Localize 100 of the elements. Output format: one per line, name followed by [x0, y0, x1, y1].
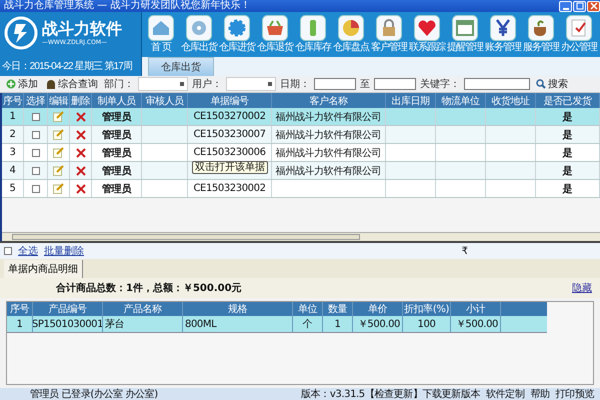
- maximize-icon: [576, 2, 584, 10]
- logo-icon: [4, 16, 38, 50]
- table-cell: 是: [536, 162, 600, 179]
- pie-chart-icon: [338, 15, 364, 41]
- tab[interactable]: 仓库出货: [148, 57, 214, 76]
- table-cell: 管理员: [92, 108, 142, 125]
- scrollbar-thumb[interactable]: [12, 234, 360, 240]
- lock-icon: [376, 15, 402, 41]
- pencil-icon[interactable]: [53, 111, 64, 122]
- table-cell: 是: [536, 144, 600, 161]
- table-cell: 福州战斗力软件有限公司: [272, 126, 386, 143]
- table-cell: 3: [2, 144, 24, 161]
- house-icon: [148, 15, 174, 41]
- delete-icon[interactable]: [76, 112, 86, 122]
- logo-text: 战斗力软件: [42, 19, 122, 39]
- delete-icon[interactable]: [76, 184, 86, 194]
- add-button[interactable]: 添加: [4, 77, 40, 91]
- delete-icon[interactable]: [76, 166, 86, 176]
- table-row[interactable]: 5 管理员 CE1503230002 是: [2, 180, 600, 198]
- table-cell: 福州战斗力软件有限公司: [272, 144, 386, 161]
- department-select[interactable]: [138, 77, 188, 91]
- table-cell: 管理员: [92, 144, 142, 161]
- to-label: 至: [360, 78, 370, 91]
- nav-button[interactable]: 服务管理: [522, 12, 560, 57]
- nav-button[interactable]: 仓库进货: [218, 12, 256, 57]
- nav-button[interactable]: 仓库库存: [294, 12, 332, 57]
- table-cell: 福州战斗力软件有限公司: [272, 108, 386, 125]
- table-cell: 是: [536, 180, 600, 197]
- maximize-button[interactable]: [573, 0, 586, 12]
- user-label: 用户：: [192, 78, 222, 91]
- version-text: 版本：v3.31.5【检查更新】下载更新版本: [301, 388, 480, 400]
- table-cell: 1: [323, 316, 353, 332]
- table-row[interactable]: 3 管理员 CE1503230006 福州战斗力软件有限公司 是: [2, 144, 600, 162]
- table-cell: 是: [536, 108, 600, 125]
- select-all-link[interactable]: 全选: [18, 244, 38, 258]
- yen-icon: [490, 15, 516, 41]
- nav-button[interactable]: 联系跟踪: [408, 12, 446, 57]
- clipboard-icon: [566, 15, 592, 41]
- user-status: 管理员 已登录(办公室 办公室): [30, 388, 158, 400]
- nav-button[interactable]: 仓库退货: [256, 12, 294, 57]
- checkbox[interactable]: [32, 184, 40, 192]
- minimize-button[interactable]: [559, 0, 572, 12]
- close-button[interactable]: [587, 0, 600, 12]
- nav-button[interactable]: 客户管理: [370, 12, 408, 57]
- calendar-icon: [452, 15, 478, 41]
- help-link[interactable]: 帮助: [530, 387, 550, 400]
- nav-button[interactable]: 仓库出货: [180, 12, 218, 57]
- pencil-icon[interactable]: [53, 165, 64, 176]
- table-cell: 1: [7, 316, 33, 332]
- nav-button[interactable]: 办公管理: [560, 12, 598, 57]
- table-cell: CE1503270002: [188, 108, 272, 125]
- close-icon: [590, 2, 598, 10]
- horizontal-scrollbar[interactable]: [2, 232, 600, 241]
- table-cell: 管理员: [92, 126, 142, 143]
- print-preview-link[interactable]: 打印预览: [556, 387, 594, 400]
- table-cell: 管理员: [92, 162, 142, 179]
- table-cell: CE1503230007: [188, 126, 272, 143]
- delete-icon[interactable]: [76, 130, 86, 140]
- keyword-field[interactable]: [464, 78, 530, 90]
- checkbox[interactable]: [32, 130, 40, 138]
- pencil-icon[interactable]: [53, 129, 64, 140]
- arch-icon: [46, 79, 56, 89]
- checkbox[interactable]: [32, 166, 40, 174]
- checkbox[interactable]: [32, 112, 40, 120]
- nav-button[interactable]: 仓库盘点: [332, 12, 370, 57]
- table-cell: 个: [293, 316, 323, 332]
- date-label: 日期：: [280, 78, 310, 91]
- pencil-icon[interactable]: [53, 183, 64, 194]
- symbol-text: ₹: [462, 246, 468, 256]
- delete-icon[interactable]: [76, 148, 86, 158]
- table-cell: 福州战斗力软件有限公司: [272, 162, 386, 179]
- table-cell: 5: [2, 180, 24, 197]
- nav-button[interactable]: 首 页: [142, 12, 180, 57]
- pencil-icon[interactable]: [53, 147, 64, 158]
- batch-delete-link[interactable]: 批量删除: [44, 244, 84, 258]
- custom-link[interactable]: 软件定制: [486, 387, 524, 400]
- search-icon: [536, 79, 546, 89]
- search-button[interactable]: 搜索: [534, 77, 570, 91]
- nav-button[interactable]: 账务管理: [484, 12, 522, 57]
- hide-link[interactable]: 隐藏: [572, 281, 592, 295]
- checkbox[interactable]: [32, 148, 40, 156]
- user-select[interactable]: [226, 77, 276, 91]
- plus-icon: [6, 79, 16, 89]
- department-label: 部门：: [104, 78, 134, 91]
- summary-text: 合计商品总数：1件，总额：￥500.00元: [56, 281, 242, 295]
- nav-button[interactable]: 提醒管理: [446, 12, 484, 57]
- date-text: 今日：2015-04-22 星期三 第17周: [2, 60, 134, 73]
- query-button[interactable]: 综合查询: [44, 77, 100, 91]
- table-cell: ￥500.00: [451, 316, 501, 332]
- table-cell: 1: [2, 108, 24, 125]
- table-row[interactable]: 2 管理员 CE1503230007 福州战斗力软件有限公司 是: [2, 126, 600, 144]
- end-date-field[interactable]: [374, 78, 416, 90]
- table-row[interactable]: 1 管理员 CE1503270002 福州战斗力软件有限公司 是: [2, 108, 600, 126]
- start-date-field[interactable]: [314, 78, 356, 90]
- gear-icon: [224, 15, 250, 41]
- table-cell: 100: [403, 316, 451, 332]
- table-cell: 800ML: [183, 316, 293, 332]
- tab[interactable]: 单据内商品明细: [4, 260, 83, 278]
- table-cell: SP1501030001: [33, 316, 103, 332]
- select-all-checkbox[interactable]: [4, 247, 12, 255]
